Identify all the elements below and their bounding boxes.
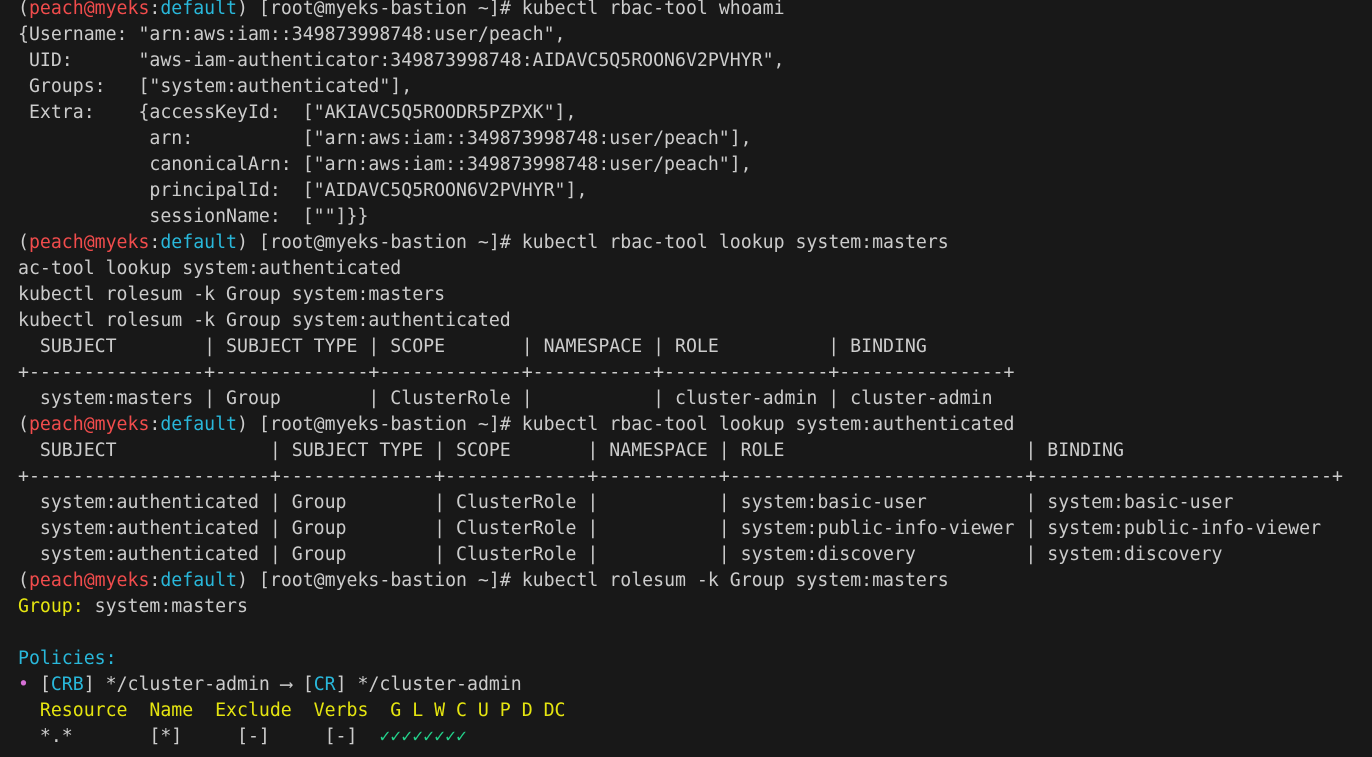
prompt-namespace: default: [160, 0, 238, 19]
command-text: kubectl rbac-tool lookup system:masters: [521, 232, 949, 253]
prompt-cluster: myeks: [94, 414, 150, 435]
prompt-user: peach: [28, 232, 84, 253]
prompt-namespace: default: [160, 232, 238, 253]
prompt-at: @: [83, 232, 95, 253]
terminal-window[interactable]: (peach@myeks:default) [root@myeks-bastio…: [0, 0, 1372, 750]
command-text: kubectl rolesum -k Group system:masters: [521, 570, 949, 591]
table-row: system:masters | Group | ClusterRole | |…: [18, 388, 993, 409]
prompt-paren: ): [237, 232, 248, 253]
group-value: system:masters: [83, 596, 248, 617]
table-divider: +----------------+--------------+-------…: [18, 362, 1015, 383]
prompt-colon: :: [149, 414, 161, 435]
cr-tag: CR: [313, 674, 336, 695]
verbs-row-values: *.* [*] [-] [-]: [18, 726, 380, 747]
output-line: Groups: ["system:authenticated"],: [18, 76, 413, 97]
group-label: Group:: [18, 596, 84, 617]
policy-binding-name: ] */cluster-admin: [83, 674, 281, 695]
prompt-line: (peach@myeks:default) [root@myeks-bastio…: [18, 568, 1372, 594]
policy-role-name: ] */cluster-admin: [335, 674, 522, 695]
prompt-paren: (: [18, 0, 29, 19]
verbs-table-row: *.* [*] [-] [-] ✓✓✓✓✓✓✓✓: [18, 724, 1372, 750]
prompt-colon: :: [149, 232, 161, 253]
prompt-paren: ): [237, 570, 248, 591]
prompt-user: peach: [28, 570, 84, 591]
prompt-paren: (: [18, 232, 29, 253]
output-line: arn: ["arn:aws:iam::349873998748:user/pe…: [18, 128, 752, 149]
prompt-cluster: myeks: [94, 0, 150, 19]
prompt-paren: (: [18, 570, 29, 591]
prompt-namespace: default: [160, 570, 238, 591]
command-text: kubectl rbac-tool whoami: [521, 0, 785, 19]
prompt-namespace: default: [160, 414, 238, 435]
bracket: [: [28, 674, 51, 695]
prompt-at: @: [83, 414, 95, 435]
prompt-paren: (: [18, 414, 29, 435]
prompt-paren: ): [237, 0, 248, 19]
output-line: kubectl rolesum -k Group system:masters: [18, 284, 446, 305]
prompt-cluster: myeks: [94, 232, 150, 253]
prompt-colon: :: [149, 570, 161, 591]
table-row: system:authenticated | Group | ClusterRo…: [18, 492, 1234, 513]
output-line: principalId: ["AIDAVC5Q5ROON6V2PVHYR"],: [18, 180, 588, 201]
command-text: kubectl rbac-tool lookup system:authenti…: [521, 414, 1015, 435]
policy-line: • [CRB] */cluster-admin ⟶ [CR] */cluster…: [18, 672, 1372, 698]
prompt-cluster: myeks: [94, 570, 150, 591]
rolesum-group-line: Group: system:masters: [18, 594, 1372, 620]
prompt-line: (peach@myeks:default) [root@myeks-bastio…: [18, 230, 1372, 256]
arrow-right-icon: ⟶: [280, 674, 292, 695]
output-line: canonicalArn: ["arn:aws:iam::34987399874…: [18, 154, 752, 175]
output-line: ac-tool lookup system:authenticated: [18, 258, 402, 279]
policies-label: Policies:: [18, 648, 117, 669]
prompt-shell: [root@myeks-bastion ~]#: [247, 232, 522, 253]
prompt-at: @: [83, 570, 95, 591]
bracket: [: [291, 674, 314, 695]
output-line: Extra: {accessKeyId: ["AKIAVC5Q5ROODR5PZ…: [18, 102, 577, 123]
table-row: system:authenticated | Group | ClusterRo…: [18, 518, 1322, 539]
prompt-shell: [root@myeks-bastion ~]#: [247, 0, 522, 19]
prompt-line: (peach@myeks:default) [root@myeks-bastio…: [18, 412, 1372, 438]
table-header: SUBJECT | SUBJECT TYPE | SCOPE | NAMESPA…: [18, 336, 927, 357]
output-line: sessionName: [""]}}: [18, 206, 369, 227]
prompt-shell: [root@myeks-bastion ~]#: [247, 570, 522, 591]
check-icon: ✓✓✓✓✓✓✓✓: [379, 726, 467, 747]
output-line: {Username: "arn:aws:iam::349873998748:us…: [18, 24, 566, 45]
verbs-table-header: Resource Name Exclude Verbs G L W C U P …: [18, 700, 566, 721]
prompt-line: (peach@myeks:default) [root@myeks-bastio…: [18, 0, 1372, 22]
table-header: SUBJECT | SUBJECT TYPE | SCOPE | NAMESPA…: [18, 440, 1124, 461]
table-row: system:authenticated | Group | ClusterRo…: [18, 544, 1223, 565]
prompt-shell: [root@myeks-bastion ~]#: [247, 414, 522, 435]
output-line: UID: "aws-iam-authenticator:349873998748…: [18, 50, 785, 71]
bullet-icon: •: [18, 674, 29, 695]
crb-tag: CRB: [50, 674, 84, 695]
output-line: kubectl rolesum -k Group system:authenti…: [18, 310, 511, 331]
prompt-paren: ): [237, 414, 248, 435]
prompt-user: peach: [28, 0, 84, 19]
prompt-colon: :: [149, 0, 161, 19]
table-divider: +----------------------+--------------+-…: [18, 466, 1343, 487]
prompt-at: @: [83, 0, 95, 19]
prompt-user: peach: [28, 414, 84, 435]
